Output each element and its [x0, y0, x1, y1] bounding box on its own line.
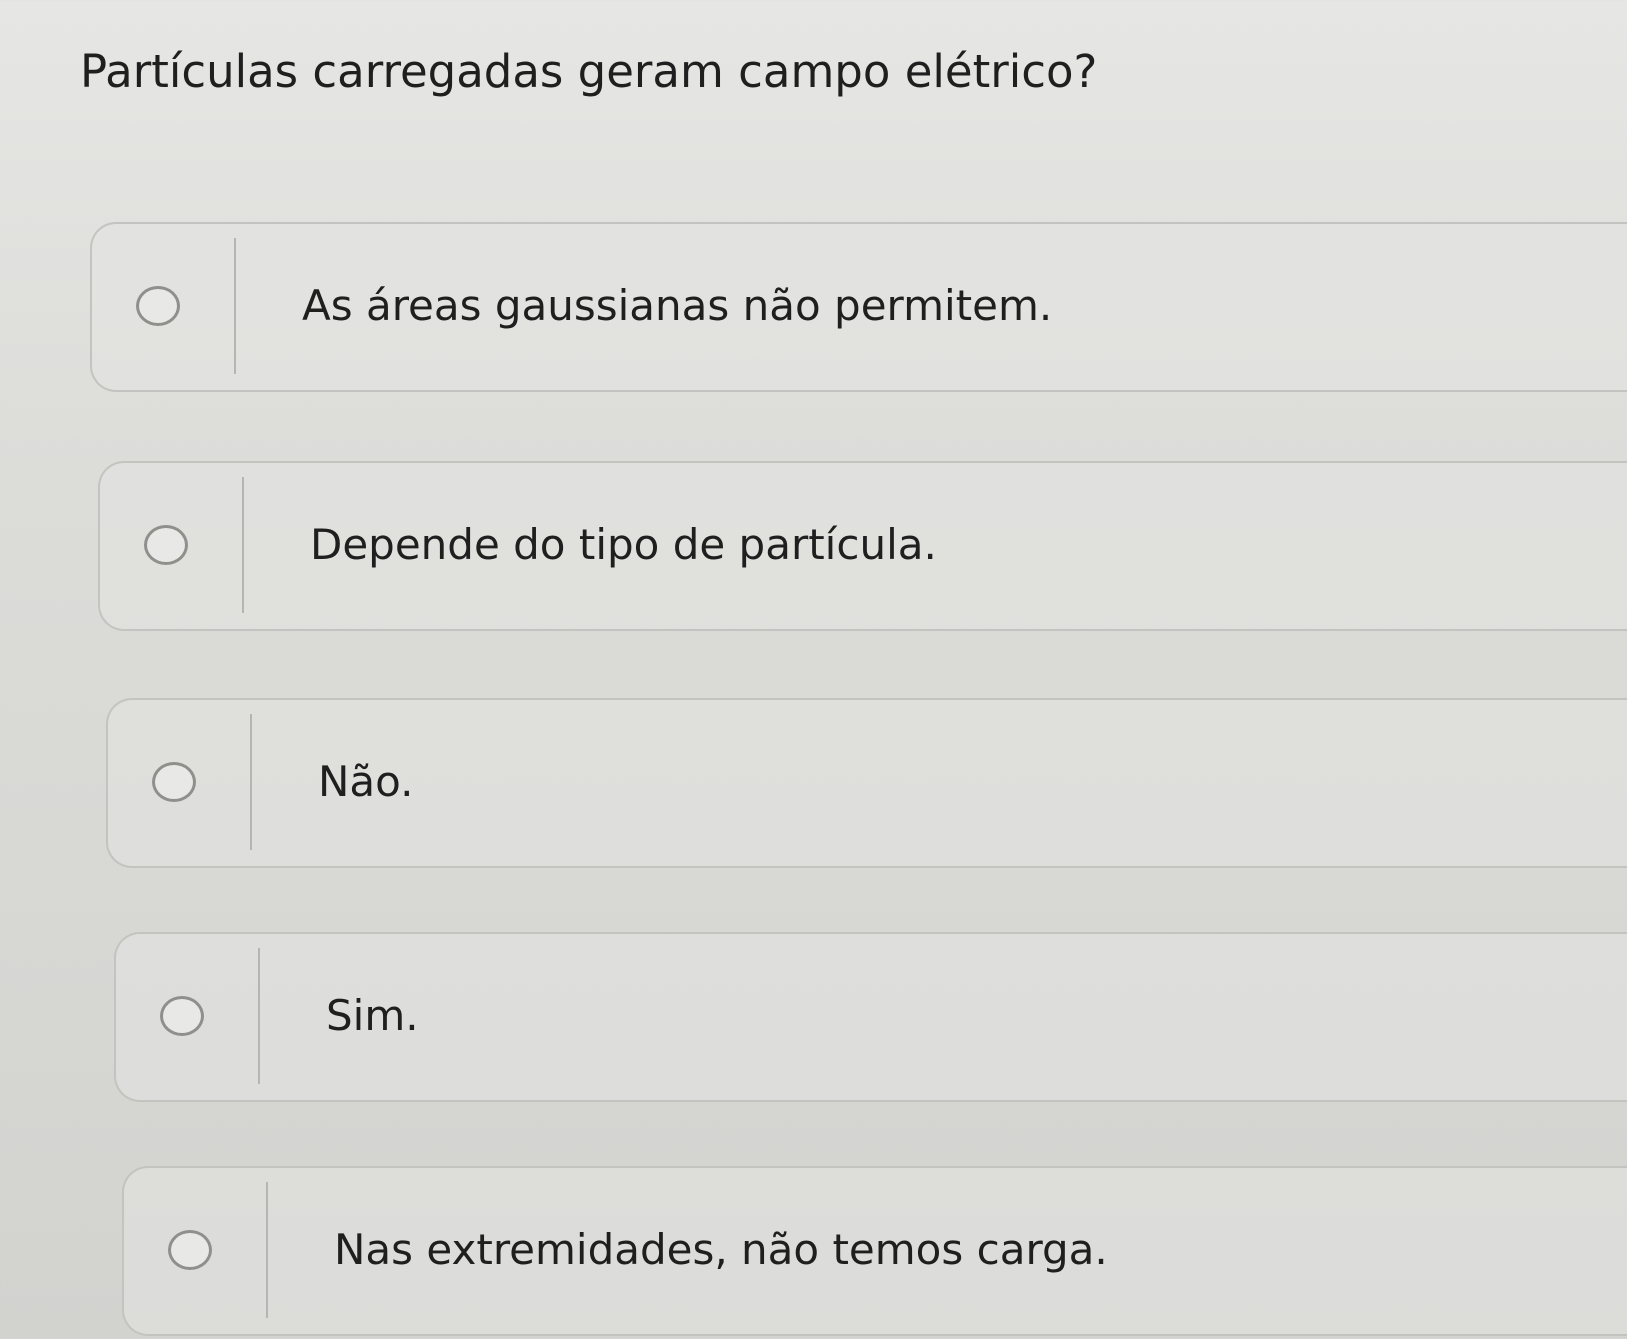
option-sim[interactable]: Sim. — [114, 932, 1627, 1102]
option-extremidades[interactable]: Nas extremidades, não temos carga. — [122, 1166, 1627, 1336]
option-label: As áreas gaussianas não permitem. — [302, 281, 1053, 330]
option-divider — [266, 1182, 268, 1318]
radio-button-icon[interactable] — [160, 996, 204, 1036]
radio-button-icon[interactable] — [168, 1230, 212, 1270]
option-areas-gaussianas[interactable]: As áreas gaussianas não permitem. — [90, 222, 1627, 392]
option-divider — [242, 477, 244, 613]
option-label: Sim. — [326, 991, 419, 1040]
option-nao[interactable]: Não. — [106, 698, 1627, 868]
option-depende-tipo[interactable]: Depende do tipo de partícula. — [98, 461, 1627, 631]
radio-button-icon[interactable] — [136, 286, 180, 326]
option-divider — [234, 238, 236, 374]
answer-options: As áreas gaussianas não permitem. Depend… — [0, 0, 1627, 1339]
option-label: Depende do tipo de partícula. — [310, 520, 937, 569]
option-label: Não. — [318, 757, 414, 806]
option-divider — [258, 948, 260, 1084]
option-divider — [250, 714, 252, 850]
option-label: Nas extremidades, não temos carga. — [334, 1225, 1108, 1274]
radio-button-icon[interactable] — [144, 525, 188, 565]
radio-button-icon[interactable] — [152, 762, 196, 802]
